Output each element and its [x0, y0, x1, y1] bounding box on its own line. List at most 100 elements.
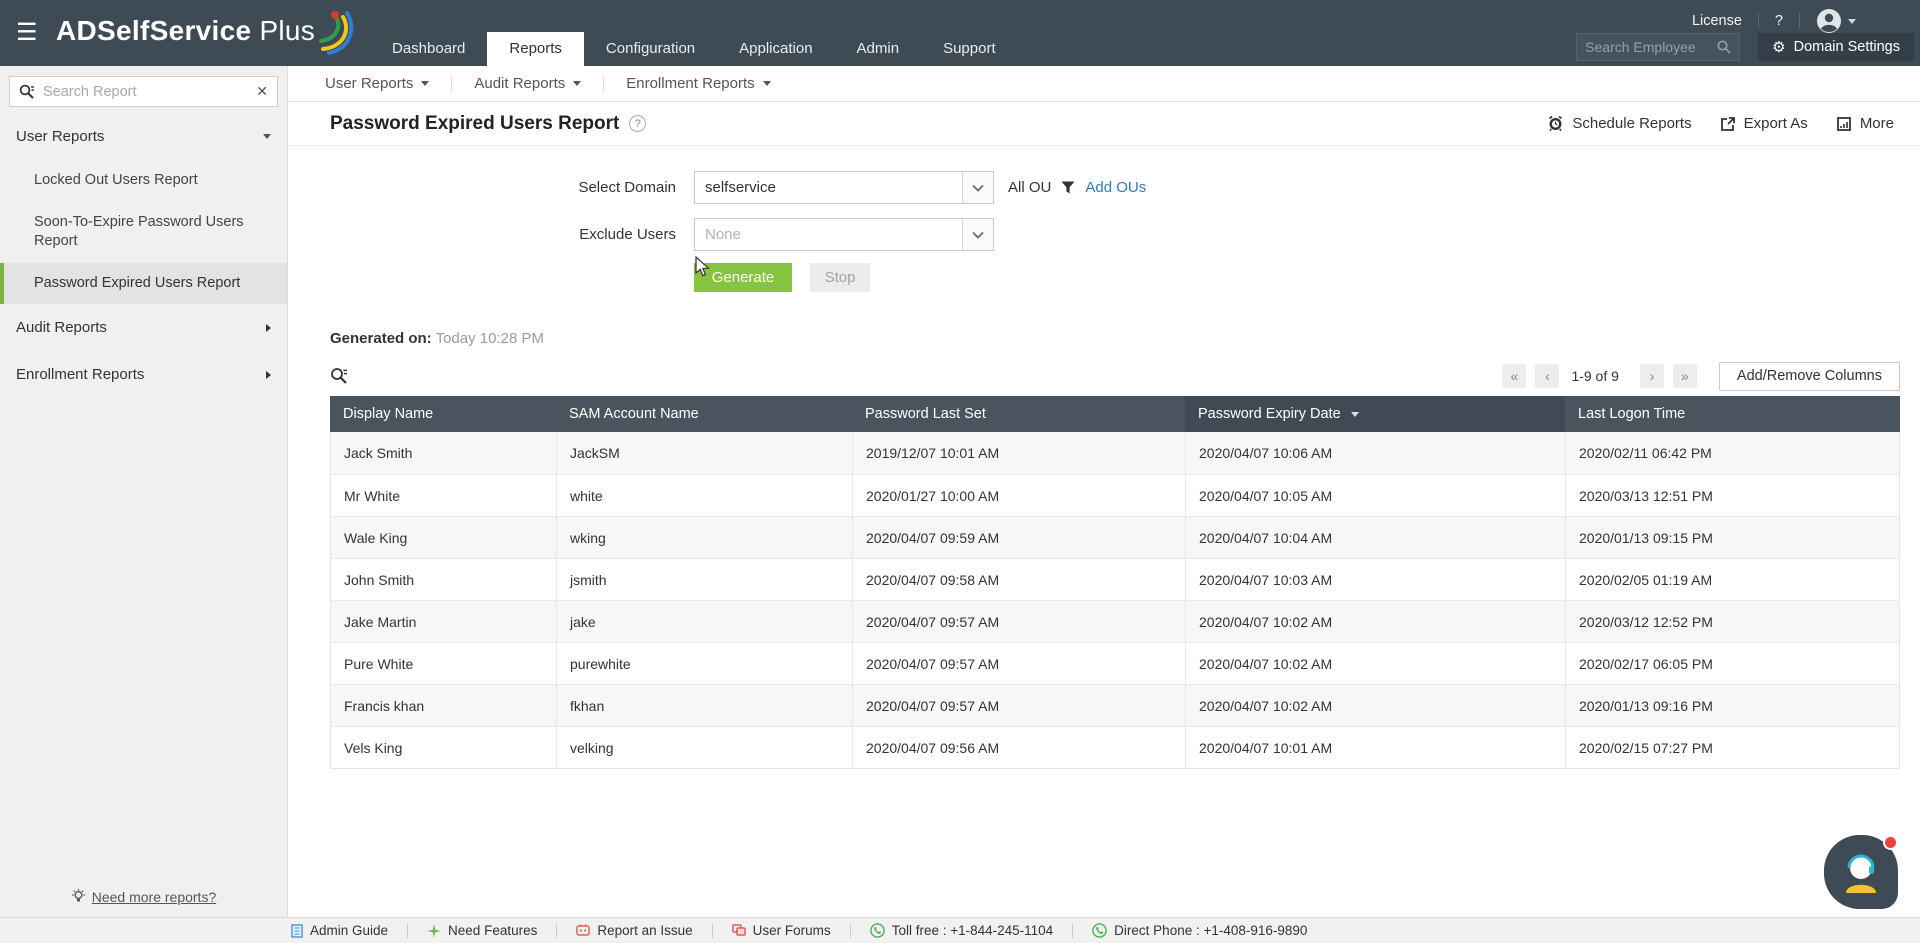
admin-guide-link[interactable]: Admin Guide — [291, 923, 388, 938]
domain-settings-button[interactable]: ⚙ Domain Settings — [1758, 33, 1914, 61]
need-more-reports-link[interactable]: Need more reports? — [92, 889, 217, 905]
license-link[interactable]: License — [1692, 13, 1742, 29]
table-row[interactable]: Jake Martin jake 2020/04/07 09:57 AM 2020/0… — [331, 600, 1899, 642]
search-icon — [19, 84, 34, 99]
sidebar-section-enrollment-reports[interactable]: Enrollment Reports — [0, 351, 287, 398]
table-header-row: Display Name SAM Account Name Password L… — [330, 396, 1900, 432]
search-employee-input[interactable] — [1585, 39, 1718, 55]
title-row: Password Expired Users Report ? Schedule… — [288, 102, 1920, 146]
generated-on-value: Today 10:28 PM — [435, 330, 544, 347]
filter-funnel-icon[interactable] — [1061, 181, 1075, 194]
tab-configuration[interactable]: Configuration — [584, 32, 717, 66]
table-row[interactable]: Vels King velking 2020/04/07 09:56 AM 2020/… — [331, 726, 1899, 768]
last-page-button[interactable]: » — [1672, 364, 1697, 388]
tab-admin[interactable]: Admin — [835, 32, 922, 66]
search-icon[interactable] — [1717, 40, 1731, 54]
user-forums-link[interactable]: User Forums — [731, 923, 831, 938]
divider — [451, 75, 453, 92]
add-ous-link[interactable]: Add OUs — [1085, 179, 1146, 196]
pagination: « ‹ 1-9 of 9 › » Add/Remove Columns — [1493, 361, 1900, 391]
more-button[interactable]: More — [1836, 115, 1894, 132]
need-features-icon — [427, 923, 442, 938]
divider — [1757, 13, 1759, 29]
table-row[interactable]: Mr White white 2020/01/27 10:00 AM 2020/04/… — [331, 474, 1899, 516]
generate-button[interactable]: Generate — [694, 263, 792, 292]
chevron-down-icon — [263, 134, 271, 139]
tab-reports[interactable]: Reports — [487, 32, 584, 66]
divider — [603, 75, 605, 92]
main-nav: Dashboard Reports Configuration Applicat… — [370, 32, 1018, 66]
column-display-name[interactable]: Display Name — [330, 396, 556, 432]
ou-selector: All OU Add OUs — [1008, 179, 1146, 196]
subnav-user-reports[interactable]: User Reports — [325, 75, 430, 92]
report-search-box[interactable]: ✕ — [9, 76, 278, 107]
export-as-button[interactable]: Export As — [1720, 115, 1808, 132]
column-password-last-set[interactable]: Password Last Set — [852, 396, 1185, 432]
column-last-logon-time[interactable]: Last Logon Time — [1565, 396, 1900, 432]
chevron-right-icon — [266, 370, 271, 379]
table-row[interactable]: Jack Smith JackSM 2019/12/07 10:01 AM 2020/… — [331, 432, 1899, 474]
divider — [556, 923, 558, 938]
column-password-expiry-date[interactable]: Password Expiry Date — [1185, 396, 1565, 432]
need-more-reports: Need more reports? — [0, 889, 287, 905]
page-title: Password Expired Users Report — [330, 112, 620, 134]
divider — [407, 923, 409, 938]
menu-icon[interactable]: ☰ — [16, 18, 38, 47]
employee-search[interactable] — [1576, 33, 1741, 61]
report-an-issue-link[interactable]: Report an Issue — [576, 923, 693, 938]
add-remove-columns-button[interactable]: Add/Remove Columns — [1718, 361, 1900, 391]
user-menu[interactable] — [1816, 8, 1856, 34]
tab-support[interactable]: Support — [921, 32, 1018, 66]
table-search-icon[interactable] — [330, 367, 348, 385]
need-features-link[interactable]: Need Features — [427, 923, 537, 938]
stop-button[interactable]: Stop — [810, 263, 870, 292]
header-search-row: ⚙ Domain Settings — [1576, 33, 1914, 61]
subnav-audit-reports[interactable]: Audit Reports — [474, 75, 582, 92]
direct-phone[interactable]: Direct Phone : +1-408-916-9890 — [1092, 923, 1307, 938]
help-icon[interactable]: ? — [629, 115, 647, 132]
select-domain-dropdown[interactable]: selfservice — [694, 171, 994, 204]
export-icon — [1720, 116, 1735, 131]
sidebar-item-soon-to-expire[interactable]: Soon-To-Expire Password Users Report — [0, 202, 287, 263]
sidebar-item-password-expired[interactable]: Password Expired Users Report — [0, 262, 287, 305]
more-list-icon — [1836, 116, 1851, 131]
clear-search-icon[interactable]: ✕ — [250, 83, 268, 100]
report-table: Display Name SAM Account Name Password L… — [330, 396, 1900, 769]
prev-page-button[interactable]: ‹ — [1535, 364, 1560, 388]
phone-icon — [1092, 923, 1107, 938]
chevron-down-icon[interactable] — [962, 219, 993, 250]
table-row[interactable]: Pure White purewhite 2020/04/07 09:57 AM 20… — [331, 642, 1899, 684]
chevron-down-icon — [573, 81, 582, 86]
notification-dot — [1883, 835, 1898, 850]
tab-dashboard[interactable]: Dashboard — [370, 32, 487, 66]
sidebar-section-user-reports[interactable]: User Reports — [0, 113, 287, 160]
table-row[interactable]: John Smith jsmith 2020/04/07 09:58 AM 2020/… — [331, 558, 1899, 600]
subnav-enrollment-reports[interactable]: Enrollment Reports — [626, 75, 771, 92]
gear-icon: ⚙ — [1772, 38, 1786, 56]
table-row[interactable]: Wale King wking 2020/04/07 09:59 AM 2020/04… — [331, 516, 1899, 558]
exclude-users-dropdown[interactable]: None — [694, 218, 994, 251]
schedule-reports-button[interactable]: Schedule Reports — [1547, 115, 1692, 132]
generated-on-label: Generated on: — [330, 330, 432, 347]
app-logo: ADSelfService Plus — [56, 11, 357, 55]
divider — [849, 923, 851, 938]
help-link[interactable]: ? — [1775, 13, 1783, 29]
next-page-button[interactable]: › — [1639, 364, 1664, 388]
table-row[interactable]: Francis khan fkhan 2020/04/07 09:57 AM 2020… — [331, 684, 1899, 726]
search-report-input[interactable] — [43, 83, 251, 100]
column-sam-account-name[interactable]: SAM Account Name — [556, 396, 852, 432]
toll-free-phone[interactable]: Toll free : +1-844-245-1104 — [869, 923, 1053, 938]
report-actions: Schedule Reports Export As More — [1547, 115, 1894, 132]
exclude-users-label: Exclude Users — [579, 226, 676, 243]
chevron-down-icon[interactable] — [962, 172, 993, 203]
first-page-button[interactable]: « — [1502, 364, 1527, 388]
sidebar-item-locked-out-users[interactable]: Locked Out Users Report — [0, 160, 287, 202]
table-toolbar: « ‹ 1-9 of 9 › » Add/Remove Columns — [330, 358, 1900, 394]
report-category-bar: User Reports Audit Reports Enrollment Re… — [288, 66, 1920, 102]
tab-application[interactable]: Application — [717, 32, 834, 66]
chat-widget-button[interactable] — [1824, 835, 1898, 909]
alarm-clock-icon — [1549, 115, 1563, 132]
phone-icon — [869, 923, 885, 938]
sidebar: ✕ User Reports Locked Out Users Report S… — [0, 66, 288, 917]
sidebar-section-audit-reports[interactable]: Audit Reports — [0, 304, 287, 351]
